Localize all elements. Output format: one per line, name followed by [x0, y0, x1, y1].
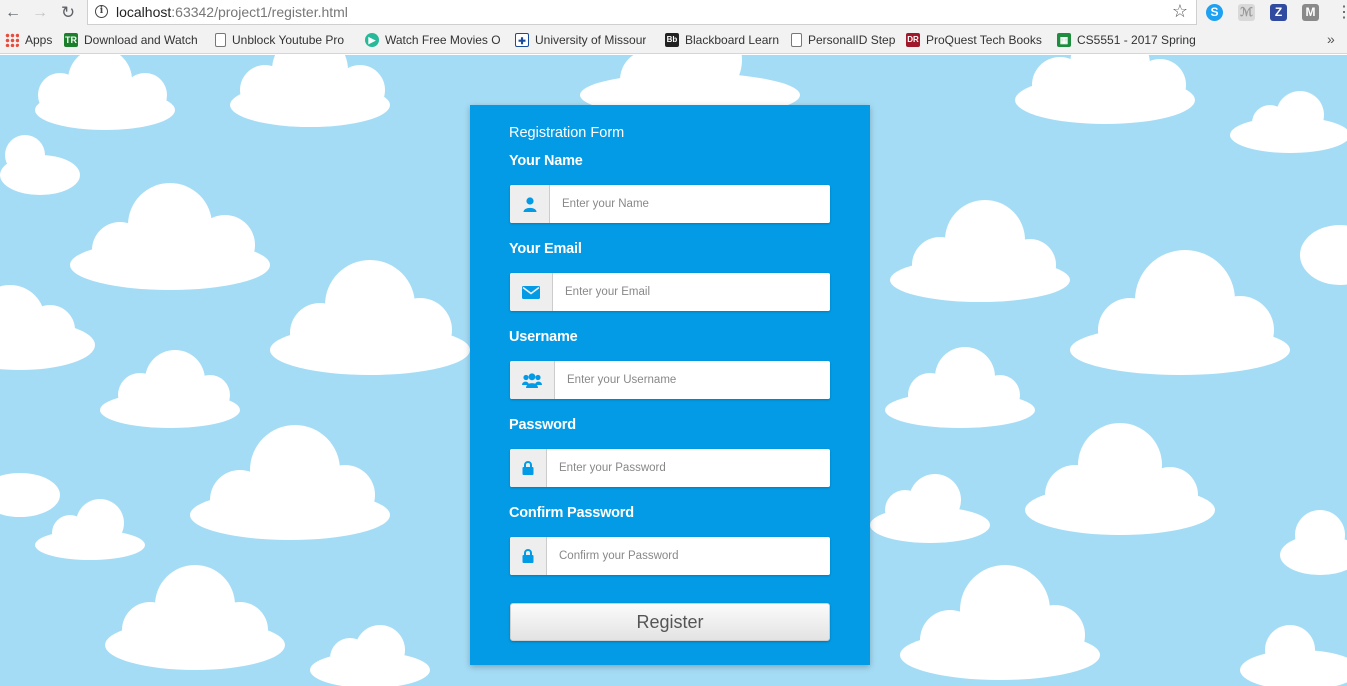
mendeley-extension-icon[interactable]: M [1302, 4, 1319, 21]
back-arrow-icon[interactable]: ← [3, 3, 23, 23]
user-icon [510, 185, 550, 223]
apps-grid-icon [5, 33, 19, 47]
zotero-extension-icon[interactable]: Z [1270, 4, 1287, 21]
bookmarks-bar: Apps TR Download and Watch Unblock Youtu… [0, 26, 1347, 54]
tr-favicon-icon: TR [64, 33, 78, 47]
proquest-icon: DR [906, 33, 920, 47]
confirm-password-input-group [510, 537, 830, 575]
page-icon [215, 33, 226, 47]
email-input[interactable] [553, 273, 830, 311]
username-label: Username [509, 329, 578, 345]
info-icon[interactable]: i [95, 5, 108, 18]
username-input-group [510, 361, 830, 399]
bookmark-proquest-tech-books[interactable]: DR ProQuest Tech Books [906, 32, 1042, 48]
email-label: Your Email [509, 241, 582, 257]
lock-icon [510, 449, 547, 487]
blackboard-icon: Bb [665, 33, 679, 47]
mizzou-icon: ✚ [515, 33, 529, 47]
name-label: Your Name [509, 153, 583, 169]
password-input[interactable] [547, 449, 830, 487]
bookmark-star-icon[interactable]: ☆ [1172, 1, 1188, 22]
bookmark-blackboard-learn[interactable]: Bb Blackboard Learn [665, 32, 779, 48]
envelope-icon [510, 273, 553, 311]
lock-icon [510, 537, 547, 575]
users-icon [510, 361, 555, 399]
confirm-password-input[interactable] [547, 537, 830, 575]
confirm-password-label: Confirm Password [509, 505, 634, 521]
play-circle-icon: ▶ [365, 33, 379, 47]
forward-arrow-icon[interactable]: → [30, 3, 50, 23]
bookmark-apps[interactable]: Apps [5, 32, 52, 48]
name-input[interactable] [550, 185, 830, 223]
skype-extension-icon[interactable]: S [1206, 4, 1223, 21]
browser-toolbar: ← → ↻ i localhost:63342/project1/registe… [0, 0, 1347, 26]
page-icon [791, 33, 802, 47]
page-background: Registration Form Your Name Your Email U… [0, 55, 1347, 686]
registration-form: Registration Form Your Name Your Email U… [470, 105, 870, 665]
more-bookmarks-icon[interactable]: » [1327, 31, 1335, 47]
password-label: Password [509, 417, 576, 433]
email-input-group [510, 273, 830, 311]
bookmark-download-and-watch[interactable]: TR Download and Watch [64, 32, 202, 48]
register-button[interactable]: Register [510, 603, 830, 641]
username-input[interactable] [555, 361, 830, 399]
bookmark-university-of-missouri[interactable]: ✚ University of Missour [515, 32, 651, 48]
bookmark-watch-free-movies[interactable]: ▶ Watch Free Movies O [365, 32, 503, 48]
bookmark-personalid-step[interactable]: PersonalID Step [791, 32, 895, 48]
bookmark-unblock-youtube[interactable]: Unblock Youtube Pro [215, 32, 353, 48]
url-text[interactable]: localhost:63342/project1/register.html [116, 4, 348, 20]
form-title: Registration Form [509, 125, 625, 141]
address-bar[interactable]: i localhost:63342/project1/register.html… [87, 0, 1197, 25]
sheets-icon: ▦ [1057, 33, 1071, 47]
browser-menu-icon[interactable]: ⋮ [1336, 3, 1347, 23]
reload-icon[interactable]: ↻ [58, 3, 78, 23]
name-input-group [510, 185, 830, 223]
bookmark-cs5551[interactable]: ▦ CS5551 - 2017 Spring [1057, 32, 1195, 48]
password-input-group [510, 449, 830, 487]
acrobat-extension-icon[interactable]: ℳ [1238, 4, 1255, 21]
